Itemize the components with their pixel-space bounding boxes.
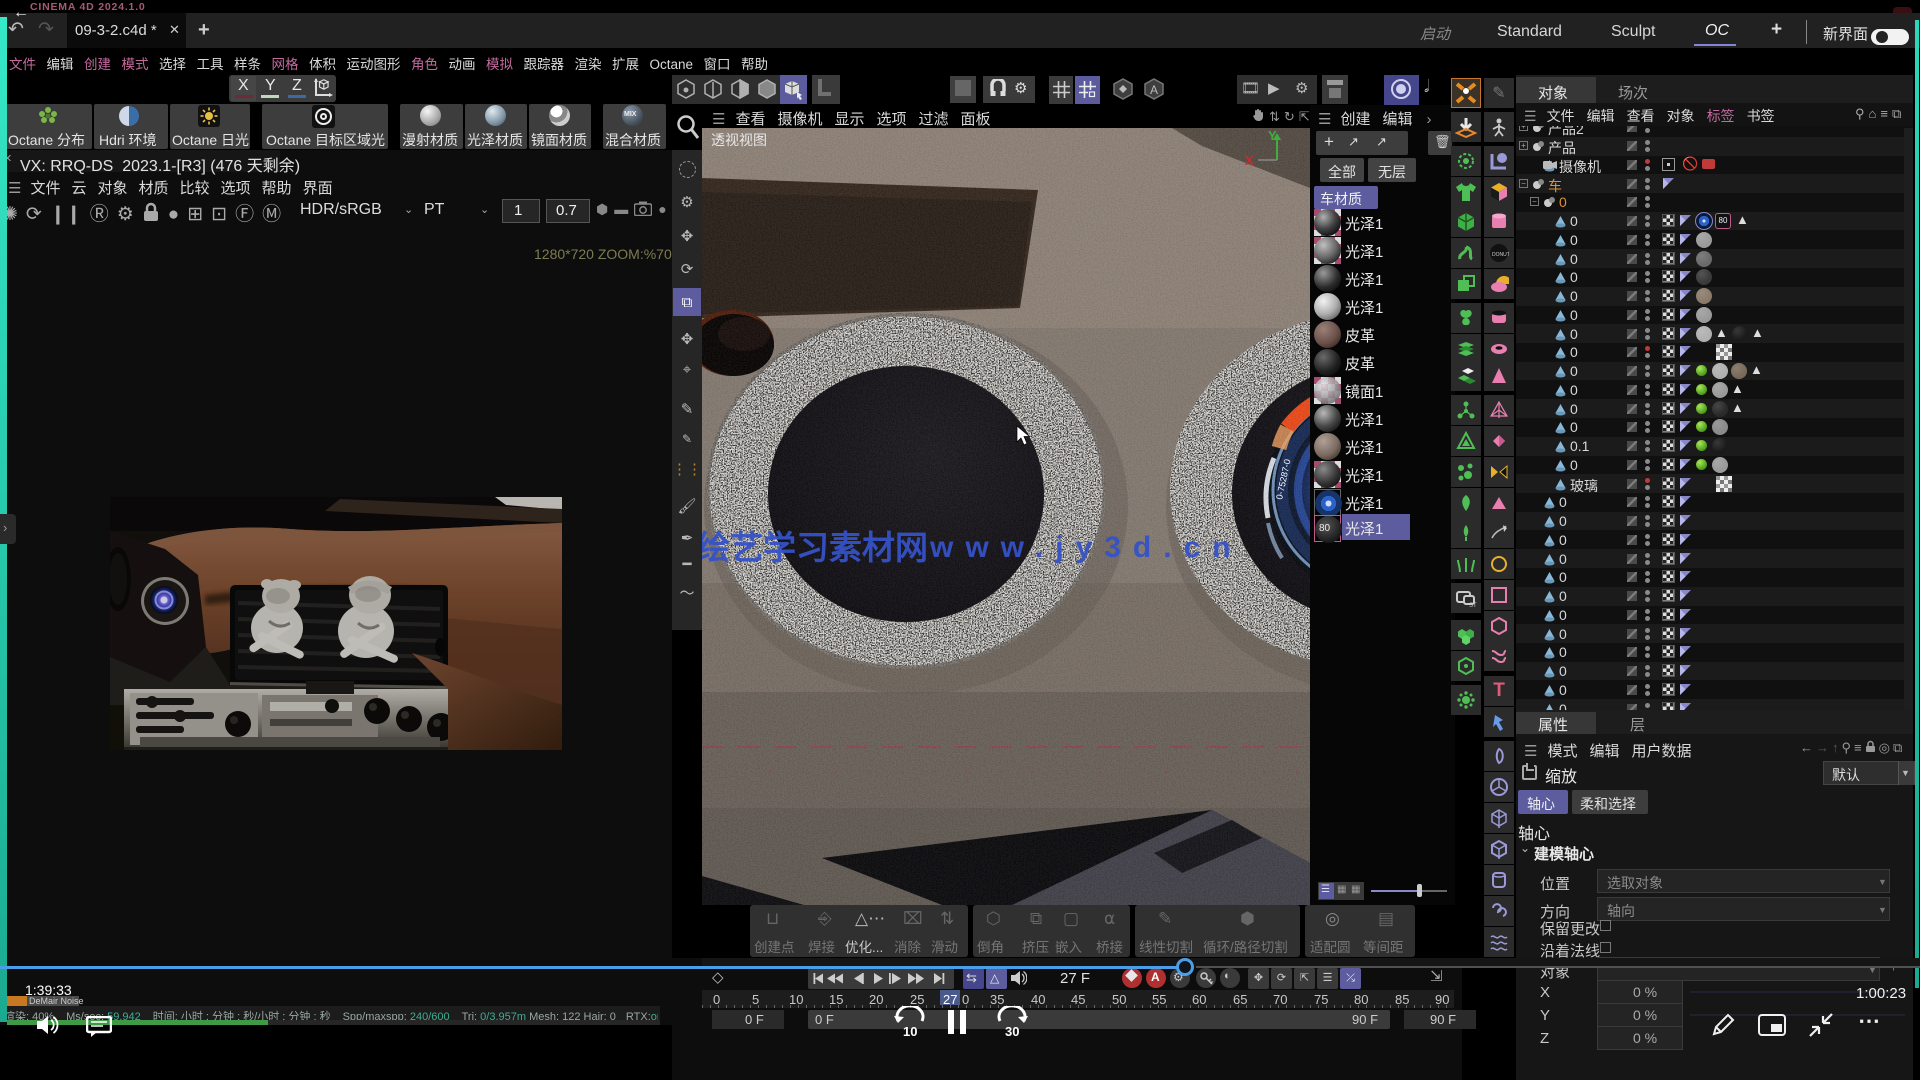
svg-text:绘艺学习素材网: 绘艺学习素材网 <box>702 529 928 566</box>
svg-text:DONUT: DONUT <box>1492 252 1509 258</box>
svg-text:ST: ST <box>1469 603 1477 609</box>
svg-text:10: 10 <box>903 1024 917 1039</box>
svg-text:www.jy3d.cn: www.jy3d.cn <box>929 531 1243 564</box>
svg-text:30: 30 <box>1005 1024 1019 1039</box>
svg-text:A: A <box>1150 83 1158 97</box>
svg-text:X: X <box>1245 153 1254 168</box>
